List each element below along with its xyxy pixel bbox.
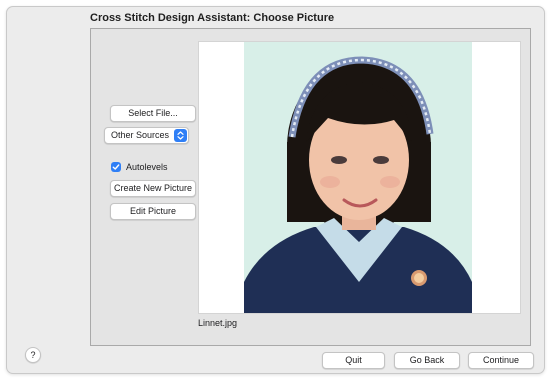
create-new-picture-button[interactable]: Create New Picture: [110, 180, 196, 197]
checkmark-icon: [111, 162, 121, 172]
other-sources-popup[interactable]: Other Sources: [104, 127, 189, 144]
select-file-button[interactable]: Select File...: [110, 105, 196, 122]
quit-button[interactable]: Quit: [322, 352, 385, 369]
dialog-title: Cross Stitch Design Assistant: Choose Pi…: [90, 12, 335, 24]
chevron-up-down-icon: [174, 129, 187, 142]
go-back-button[interactable]: Go Back: [394, 352, 460, 369]
continue-button[interactable]: Continue: [468, 352, 534, 369]
help-button[interactable]: ?: [25, 347, 41, 363]
autolevels-checkbox[interactable]: Autolevels: [111, 160, 168, 174]
picture-preview: [198, 41, 521, 314]
picture-filename: Linnet.jpg: [198, 318, 238, 328]
edit-picture-button[interactable]: Edit Picture: [110, 203, 196, 220]
autolevels-label: Autolevels: [126, 162, 168, 172]
portrait-photo: [244, 42, 472, 313]
other-sources-label: Other Sources: [111, 130, 170, 140]
